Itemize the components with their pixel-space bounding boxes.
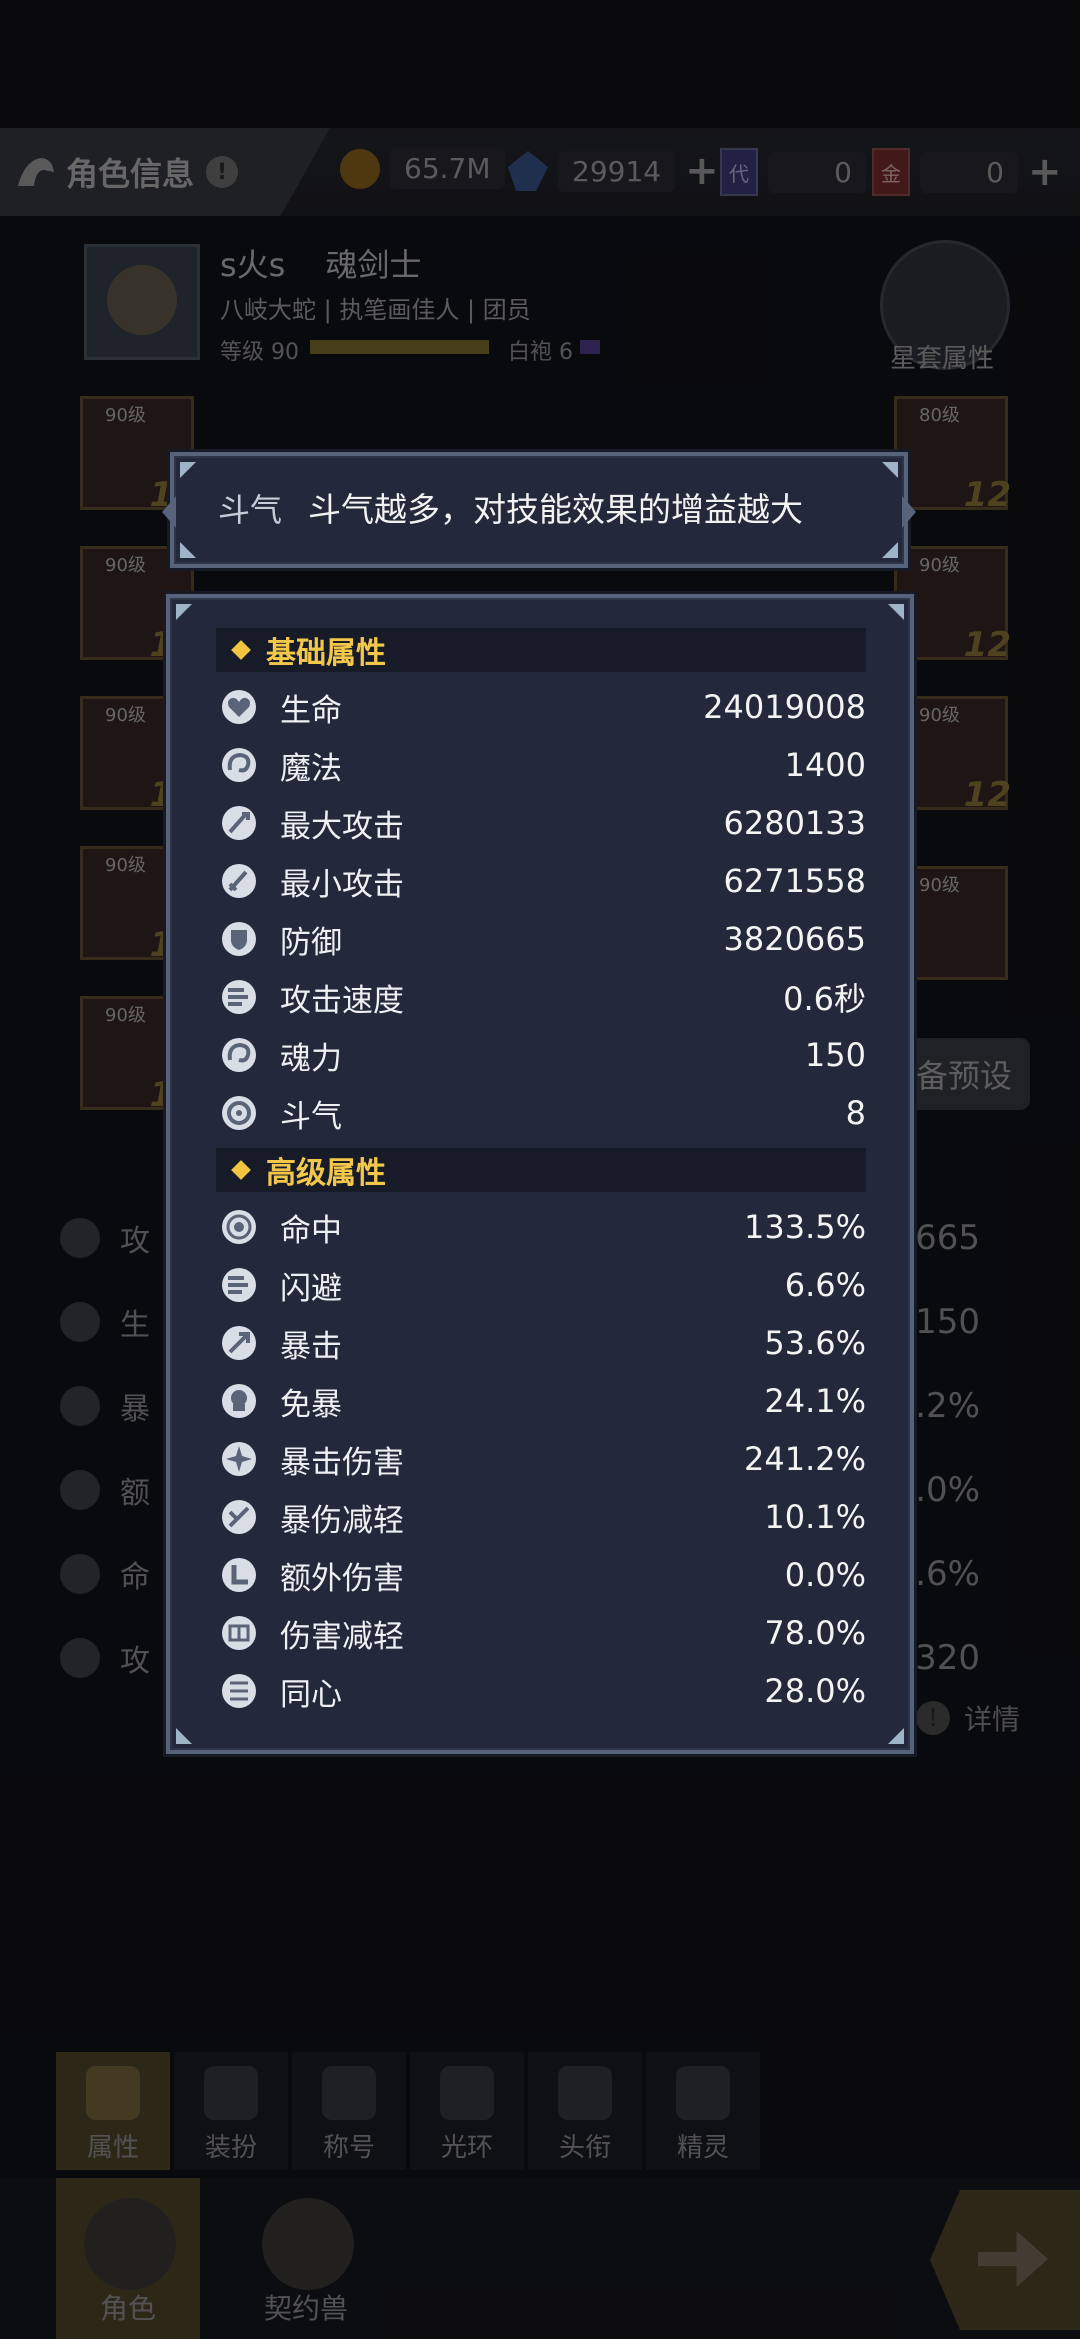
attribute-tooltip-header: 斗气 斗气越多，对技能效果的增益越大 [162, 452, 916, 568]
diamond-icon [231, 640, 251, 660]
stat-row-crit-damage-reduction[interactable]: 暴伤减轻 10.1% [220, 1488, 866, 1546]
stat-row-max-attack[interactable]: 最大攻击 6280133 [220, 794, 866, 852]
damage-reduction-icon [222, 1616, 256, 1650]
stat-row-magic[interactable]: 魔法 1400 [220, 736, 866, 794]
stat-row-crit-resist[interactable]: 免暴 24.1% [220, 1372, 866, 1430]
attribute-detail-panel: 基础属性 生命 24019008 魔法 1400 最大攻击 6280133 最小… [166, 594, 914, 1754]
stat-row-dodge[interactable]: 闪避 6.6% [220, 1256, 866, 1314]
basic-attributes-header: 基础属性 [216, 628, 866, 672]
advanced-attributes-header: 高级属性 [216, 1148, 866, 1192]
stat-row-crit[interactable]: 暴击 53.6% [220, 1314, 866, 1372]
tooltip-stat-description: 斗气越多，对技能效果的增益越大 [308, 490, 803, 529]
diamond-icon [231, 1160, 251, 1180]
crit-resist-icon [222, 1384, 256, 1418]
stat-row-unity[interactable]: 同心 28.0% [220, 1662, 866, 1720]
stat-row-hit[interactable]: 命中 133.5% [220, 1198, 866, 1256]
stat-row-damage-reduction[interactable]: 伤害减轻 78.0% [220, 1604, 866, 1662]
target-icon [222, 1210, 256, 1244]
fighting-spirit-icon [222, 1096, 256, 1130]
stat-row-attack-speed[interactable]: 攻击速度 0.6秒 [220, 968, 866, 1026]
stat-row-defense[interactable]: 防御 3820665 [220, 910, 866, 968]
stat-row-extra-damage[interactable]: 额外伤害 0.0% [220, 1546, 866, 1604]
extra-damage-icon [222, 1558, 256, 1592]
crit-icon [222, 1326, 256, 1360]
stat-row-min-attack[interactable]: 最小攻击 6271558 [220, 852, 866, 910]
sword-min-icon [222, 864, 256, 898]
crit-damage-icon [222, 1442, 256, 1476]
crit-damage-reduction-icon [222, 1500, 256, 1534]
magic-swirl-icon [222, 748, 256, 782]
attack-speed-icon [222, 980, 256, 1014]
shield-icon [222, 922, 256, 956]
sword-max-icon [222, 806, 256, 840]
soul-power-icon [222, 1038, 256, 1072]
stat-row-life[interactable]: 生命 24019008 [220, 678, 866, 736]
stat-row-fighting-spirit[interactable]: 斗气 8 [220, 1084, 866, 1142]
stat-row-soul-power[interactable]: 魂力 150 [220, 1026, 866, 1084]
unity-icon [222, 1674, 256, 1708]
tooltip-stat-name: 斗气 [218, 491, 283, 529]
dodge-icon [222, 1268, 256, 1302]
stat-row-crit-damage[interactable]: 暴击伤害 241.2% [220, 1430, 866, 1488]
heart-shield-icon [222, 690, 256, 724]
